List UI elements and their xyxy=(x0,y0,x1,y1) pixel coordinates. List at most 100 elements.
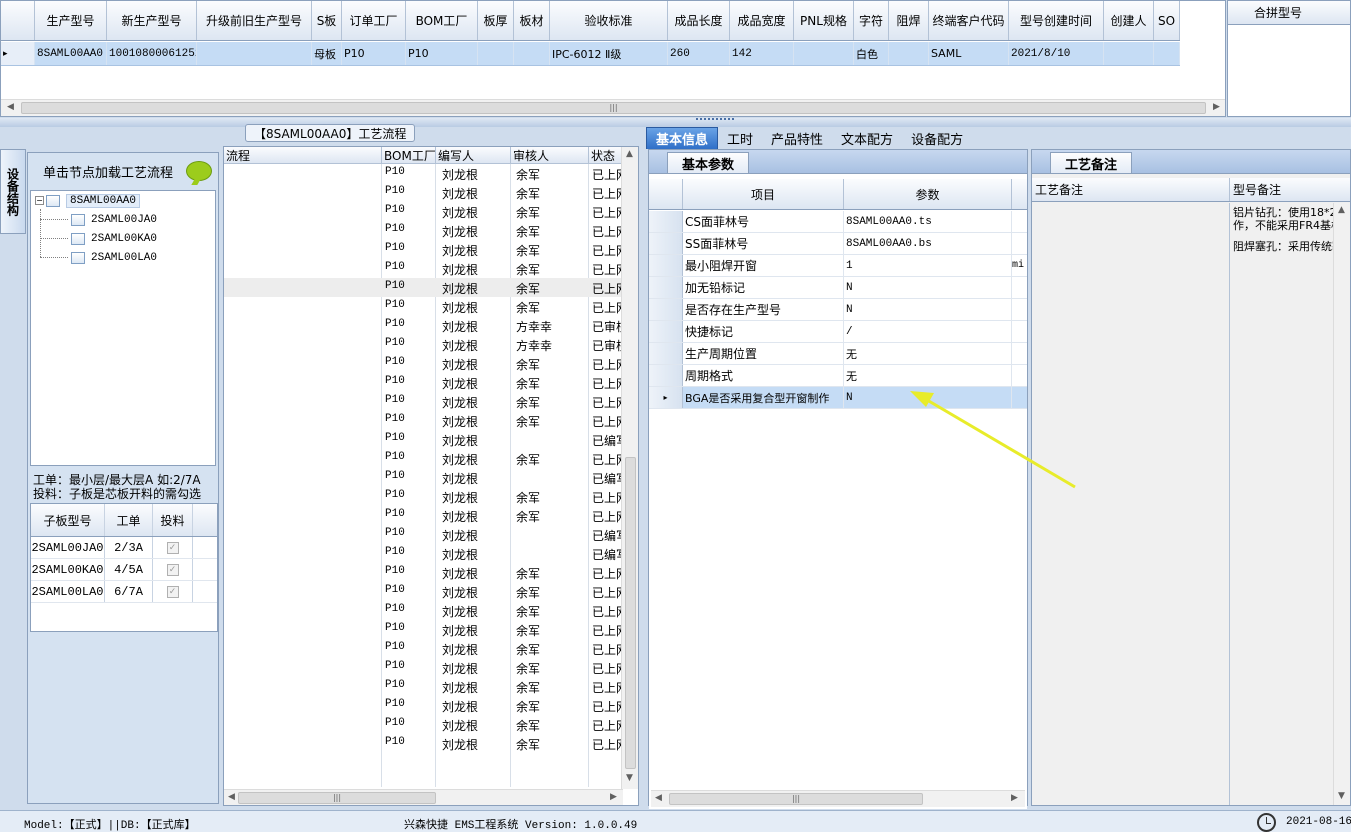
col-flow[interactable]: 流程 xyxy=(224,147,382,163)
param-value[interactable]: N xyxy=(844,277,1012,298)
sub-board-order[interactable]: 4/5A xyxy=(105,559,153,580)
param-value[interactable]: 无 xyxy=(844,343,1012,364)
cell-material[interactable] xyxy=(514,42,550,65)
flow-row[interactable]: 曝光P10刘龙根余军已上网 xyxy=(224,278,624,297)
flow-row[interactable]: 烘板P10刘龙根余军已上网 xyxy=(224,392,624,411)
tab-basic-params[interactable]: 基本参数 xyxy=(667,152,750,173)
flow-row[interactable]: 二钻P10刘龙根余军已上网 xyxy=(224,506,624,525)
sub-board-order[interactable]: 6/7A xyxy=(105,581,153,602)
flow-row[interactable]: 功能检查P10刘龙根余军已上网 xyxy=(224,601,624,620)
model-note-textarea[interactable]: 铝片钻孔：使用18*24i 作，不能采用FR4基板 阻焊塞孔：采用传统塞 xyxy=(1231,203,1333,805)
scroll-up-icon[interactable]: ▲ xyxy=(626,149,633,159)
check-icon[interactable]: ✓ xyxy=(166,563,179,576)
process-note-textarea[interactable] xyxy=(1032,203,1230,805)
scroll-right-icon[interactable]: ▶ xyxy=(1011,793,1018,803)
cell-char[interactable]: 白色 xyxy=(854,42,889,65)
feed-checkbox-cell[interactable]: ✓ xyxy=(153,581,193,602)
cell-s-board[interactable]: 母板 xyxy=(312,42,342,65)
col-pnl[interactable]: PNL规格 xyxy=(794,1,854,40)
board-structure-tree[interactable]: − 8SAML00AA0 2SAML00JA0 2SAML00KA0 2SAML… xyxy=(30,190,216,466)
cell-length[interactable]: 260 xyxy=(668,42,730,65)
notes-vscrollbar[interactable]: ▲ ▼ xyxy=(1333,203,1350,805)
flow-row[interactable]: −外形P10刘龙根已编写 xyxy=(224,525,624,544)
cell-width[interactable]: 142 xyxy=(730,42,794,65)
tree-node-child[interactable]: 2SAML00KA0 xyxy=(71,229,157,248)
param-row[interactable]: 最小阻焊开窗 1 mi xyxy=(649,255,1027,277)
cell-new-model[interactable]: 10010800061252 xyxy=(107,42,197,65)
flow-row[interactable]: 字符P10刘龙根方幸幸已审核 xyxy=(224,335,624,354)
flow-row[interactable]: 铣板P10刘龙根已编写 xyxy=(224,544,624,563)
tab-product-features[interactable]: 产品特性 xyxy=(762,127,832,149)
sub-board-row[interactable]: 2SAML00LA0 6/7A ✓ xyxy=(31,581,217,603)
sub-board-order[interactable]: 2/3A xyxy=(105,537,153,558)
top-grid-scroll-thumb[interactable]: ||| xyxy=(21,102,1206,114)
flow-row[interactable]: 外观检查P10刘龙根余军已上网 xyxy=(224,620,624,639)
col-item[interactable]: 项目 xyxy=(683,179,844,209)
feed-checkbox-cell[interactable]: ✓ xyxy=(153,537,193,558)
col-writer[interactable]: 编写人 xyxy=(436,147,511,163)
row-indicator-icon[interactable] xyxy=(649,211,683,232)
row-indicator-icon[interactable]: ▸ xyxy=(649,387,683,408)
production-model-grid[interactable]: 生产型号 新生产型号 升级前旧生产型号 S板 订单工厂 BOM工厂 板厚 板材 验收标准 成品长度… xyxy=(0,0,1226,117)
scroll-left-icon[interactable]: ◀ xyxy=(228,792,235,802)
cell-order-factory[interactable]: P10 xyxy=(342,42,406,65)
col-material[interactable]: 板材 xyxy=(514,1,550,40)
scroll-down-icon[interactable]: ▼ xyxy=(1338,791,1345,801)
param-row[interactable]: 生产周期位置无 xyxy=(649,343,1027,365)
scroll-up-icon[interactable]: ▲ xyxy=(1338,205,1345,215)
row-indicator-icon[interactable] xyxy=(649,277,683,298)
col-char[interactable]: 字符 xyxy=(854,1,889,40)
col-customer[interactable]: 终端客户代码 xyxy=(929,1,1009,40)
tab-basic-info[interactable]: 基本信息 xyxy=(646,127,719,149)
col-model[interactable]: 生产型号 xyxy=(35,1,107,40)
param-row[interactable]: 是否存在生产型号 N xyxy=(649,299,1027,321)
col-bom[interactable]: BOM工厂 xyxy=(382,147,436,163)
flow-row[interactable]: 显影P10刘龙根余军已上网 xyxy=(224,297,624,316)
row-indicator-icon[interactable] xyxy=(649,299,683,320)
flow-vscroll-thumb[interactable] xyxy=(625,457,636,769)
cell-thickness[interactable] xyxy=(478,42,514,65)
cell-pnl[interactable] xyxy=(794,42,854,65)
flow-row[interactable]: 终固化P10刘龙根余军已上网 xyxy=(224,354,624,373)
row-indicator-icon[interactable] xyxy=(649,365,683,386)
col-width[interactable]: 成品宽度 xyxy=(730,1,794,40)
flow-row[interactable]: −阻焊P10刘龙根余军已上网 xyxy=(224,183,624,202)
row-indicator-icon[interactable] xyxy=(649,321,683,342)
tree-node-child[interactable]: 2SAML00LA0 xyxy=(71,248,157,267)
flow-hscroll-thumb[interactable]: ||| xyxy=(238,792,436,804)
col-model-note[interactable]: 型号备注 xyxy=(1230,178,1350,201)
param-value[interactable]: 1 xyxy=(844,255,1012,276)
col-old-model[interactable]: 升级前旧生产型号 xyxy=(197,1,312,40)
flow-row[interactable]: 成品清洗P10刘龙根余军已上网 xyxy=(224,563,624,582)
flow-row[interactable]: 外包装P10刘龙根余军已上网 xyxy=(224,715,624,734)
col-order[interactable]: 工单 xyxy=(105,504,153,536)
col-created[interactable]: 型号创建时间 xyxy=(1009,1,1104,40)
col-feed[interactable]: 投料 xyxy=(153,504,193,536)
params-hscrollbar[interactable]: ◀ ||| ▶ xyxy=(651,790,1025,807)
cell-solder[interactable] xyxy=(889,42,929,65)
sub-board-table[interactable]: 子板型号 工单 投料 2SAML00JA0 2/3A ✓ 2SAML00KA0 4/5A… xyxy=(30,503,218,632)
flow-row[interactable]: −有铅喷锡P10刘龙根余军已上网 xyxy=(224,373,624,392)
flow-row[interactable]: −钻孔1P10刘龙根余军已上网 xyxy=(224,487,624,506)
cell-bom-factory[interactable]: P10 xyxy=(406,42,478,65)
flow-row[interactable]: 外层AOIP10刘龙根余军已上网 xyxy=(224,164,624,183)
flow-row[interactable]: −字符P10刘龙根方幸幸已审核 xyxy=(224,316,624,335)
param-row[interactable]: 加无铅标记 N xyxy=(649,277,1027,299)
scroll-down-icon[interactable]: ▼ xyxy=(626,773,633,783)
flow-hscrollbar[interactable]: ◀ ||| ▶ xyxy=(224,789,623,805)
col-value[interactable]: 参数 xyxy=(844,179,1012,209)
param-row[interactable]: 周期格式无 xyxy=(649,365,1027,387)
col-solder[interactable]: 阻焊 xyxy=(889,1,929,40)
feed-checkbox-cell[interactable]: ✓ xyxy=(153,559,193,580)
collapse-icon[interactable]: − xyxy=(35,196,44,205)
col-so[interactable]: SO xyxy=(1154,1,1180,40)
flow-row[interactable]: −成品仓P10刘龙根余军已上网 xyxy=(224,677,624,696)
row-indicator-icon[interactable] xyxy=(649,255,683,276)
col-reviewer[interactable]: 审核人 xyxy=(511,147,589,163)
flow-row[interactable]: 阻焊前处理P10刘龙根余军已上网 xyxy=(224,202,624,221)
check-icon[interactable]: ✓ xyxy=(166,585,179,598)
sub-board-row[interactable]: 2SAML00KA0 4/5A ✓ xyxy=(31,559,217,581)
param-value[interactable]: 8SAML00AA0.bs xyxy=(844,233,1012,254)
cell-so[interactable] xyxy=(1154,42,1180,65)
cell-standard[interactable]: IPC-6012 Ⅱ级 xyxy=(550,42,668,65)
